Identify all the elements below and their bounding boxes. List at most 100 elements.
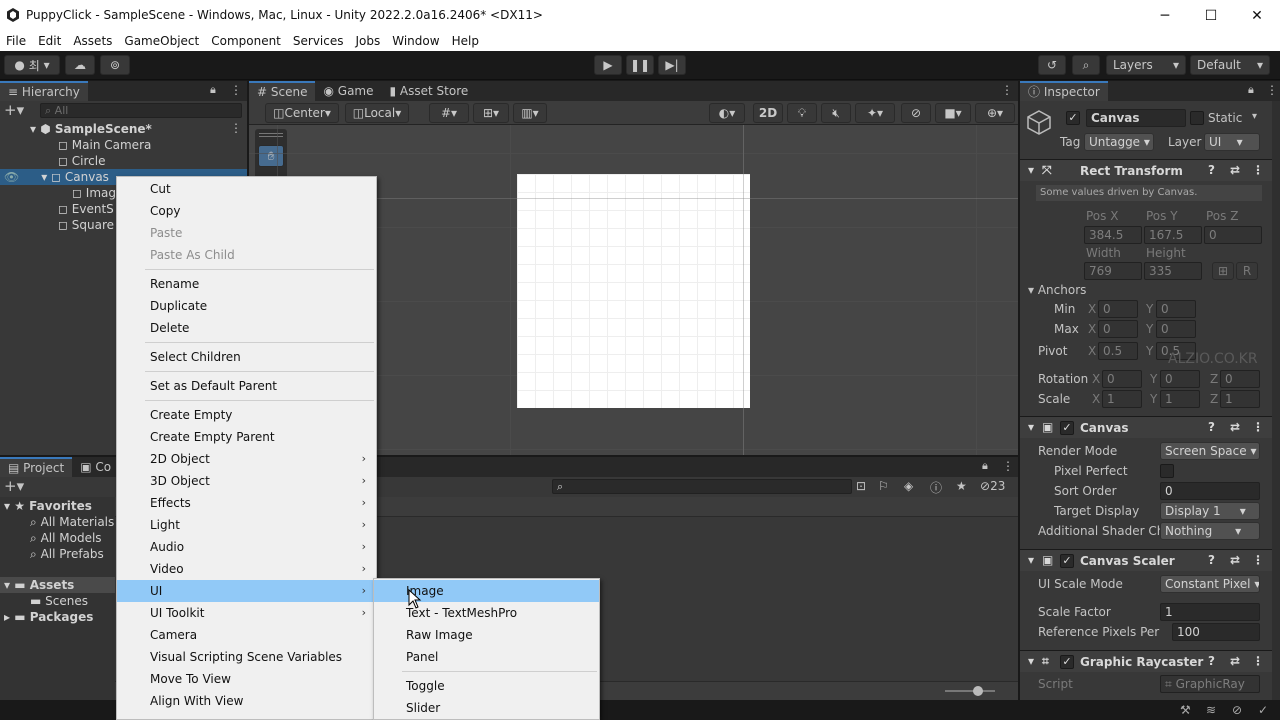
hidden-packages-counter[interactable]: ⊘23 (980, 479, 1005, 493)
scale-y[interactable]: 1 (1160, 390, 1200, 408)
kebab-menu-icon[interactable]: ⋮ (1252, 654, 1264, 668)
scale-x[interactable]: 1 (1102, 390, 1142, 408)
menu-item-effects[interactable]: Effects › (117, 492, 376, 514)
layer-dropdown[interactable]: UI ▾ (1204, 133, 1260, 151)
shader-channels-dropdown[interactable]: Nothing ▾ (1160, 522, 1260, 540)
hierarchy-item[interactable]: ◻ EventS (58, 201, 114, 217)
2d-toggle-button[interactable]: 2D (753, 103, 783, 123)
step-button[interactable]: ▶| (658, 55, 686, 75)
tab-asset-store[interactable]: ▮ Asset Store (382, 81, 477, 101)
submenu-item-raw-image[interactable]: Raw Image (374, 624, 599, 646)
grid-snap-icon[interactable]: #▾ (429, 103, 469, 123)
menu-item-visual-scripting[interactable]: Visual Scripting Scene Variables (117, 646, 376, 668)
raw-edit-button[interactable]: R (1236, 262, 1258, 280)
draw-mode-icon[interactable]: ◐▾ (709, 103, 745, 123)
tab-console[interactable]: ▣ Co (72, 457, 119, 477)
maximize-button[interactable]: ☐ (1188, 0, 1234, 31)
camera-icon[interactable]: ■▾ (935, 103, 971, 123)
pos-z-field[interactable]: 0 (1204, 226, 1262, 244)
grid-icon[interactable]: ⊞▾ (473, 103, 509, 123)
star-icon[interactable]: ★ (956, 479, 967, 493)
audio-icon[interactable]: 🔇︎ (821, 103, 851, 123)
menu-item-copy[interactable]: Copy (117, 200, 376, 222)
zoom-slider-track[interactable] (945, 690, 995, 692)
debug-icon[interactable]: ⊘ (1232, 703, 1242, 717)
layers-dropdown[interactable]: Layers ▾ (1106, 55, 1186, 75)
ref-pixels-input[interactable]: 100 (1172, 623, 1260, 641)
scene-menu-icon[interactable]: ⋮ (230, 121, 242, 135)
kebab-menu-icon[interactable]: ⋮ (1001, 83, 1013, 97)
menu-help[interactable]: Help (446, 31, 485, 51)
menu-window[interactable]: Window (386, 31, 445, 51)
assets-folder[interactable]: ▾ ▬ Assets (0, 577, 115, 593)
kebab-menu-icon[interactable]: ⋮ (1252, 163, 1264, 177)
account-button[interactable]: ● 최 ▾ (4, 55, 60, 75)
tag-icon[interactable]: ◈ (904, 479, 913, 493)
favorites-folder[interactable]: ▾ ★ Favorites (4, 498, 92, 514)
hierarchy-item[interactable]: ◻ Circle (58, 153, 106, 169)
tab-hierarchy[interactable]: ≡ Hierarchy (0, 81, 88, 101)
pixel-perfect-checkbox[interactable] (1160, 464, 1174, 478)
collab-icon[interactable]: ⊚ (100, 55, 130, 75)
zoom-slider-thumb[interactable] (973, 686, 983, 696)
hierarchy-item[interactable]: ◻ Main Camera (58, 137, 151, 153)
tab-inspector[interactable]: ⓘ Inspector (1020, 81, 1108, 101)
menu-file[interactable]: File (0, 31, 32, 51)
gizmos-icon[interactable]: ⊕▾ (975, 103, 1015, 123)
lighting-icon[interactable]: 💡︎ (787, 103, 817, 123)
anchors-foldout[interactable]: ▾ Anchors (1028, 283, 1086, 297)
kebab-menu-icon[interactable]: ⋮ (230, 83, 242, 97)
scene-root[interactable]: ▾ ⬢ SampleScene* (30, 121, 152, 137)
active-checkbox[interactable]: ✓ (1066, 111, 1080, 125)
target-display-dropdown[interactable]: Display 1 ▾ (1160, 502, 1260, 520)
menu-item-3d-object[interactable]: 3D Object › (117, 470, 376, 492)
favorite-item[interactable]: ⌕ All Prefabs (30, 546, 104, 562)
project-search-input[interactable]: ⌕ (552, 479, 852, 494)
cloud-icon[interactable]: ☁ (65, 55, 95, 75)
search-by-label-icon[interactable]: ⚐ (878, 479, 889, 493)
tab-scene[interactable]: # Scene (249, 81, 316, 101)
menu-edit[interactable]: Edit (32, 31, 67, 51)
canvas-scaler-header[interactable]: ▾ ▣ ✓ Canvas Scaler ? ⇄ ⋮ (1020, 549, 1280, 571)
menu-item-2d-object[interactable]: 2D Object › (117, 448, 376, 470)
help-icon[interactable]: ? (1208, 420, 1215, 434)
menu-item-create-empty[interactable]: Create Empty (117, 404, 376, 426)
pivot-dropdown[interactable]: ◫ Center ▾ (265, 103, 339, 123)
raycaster-checkbox[interactable]: ✓ (1060, 655, 1074, 669)
menu-item-cut[interactable]: Cut (117, 178, 376, 200)
add-icon[interactable]: +▾ (4, 477, 24, 495)
scale-z[interactable]: 1 (1220, 390, 1260, 408)
search-by-type-icon[interactable]: ⊡ (856, 479, 866, 493)
menu-assets[interactable]: Assets (67, 31, 118, 51)
help-icon[interactable]: ? (1208, 163, 1215, 177)
menu-component[interactable]: Component (205, 31, 287, 51)
history-icon[interactable]: ↺ (1038, 55, 1066, 75)
lock-icon[interactable]: 🔒︎ (1248, 83, 1254, 97)
blueprint-mode-button[interactable]: ⊞ (1212, 262, 1234, 280)
hierarchy-item[interactable]: ◻ Square (58, 217, 114, 233)
chevron-down-icon[interactable]: ▾ (1252, 111, 1257, 122)
object-name-input[interactable]: Canvas (1086, 109, 1186, 127)
space-dropdown[interactable]: ◫ Local ▾ (345, 103, 409, 123)
ui-scale-mode-dropdown[interactable]: Constant Pixel ▾ (1160, 575, 1260, 593)
packages-folder[interactable]: ▸ ▬ Packages (4, 609, 93, 625)
kebab-menu-icon[interactable]: ⋮ (1266, 83, 1278, 97)
menu-item-audio[interactable]: Audio › (117, 536, 376, 558)
info-icon[interactable]: ⓘ (930, 479, 942, 496)
scene-visibility-icon[interactable]: ⊘ (901, 103, 931, 123)
preset-icon[interactable]: ⇄ (1230, 420, 1240, 434)
lock-icon[interactable]: 🔒︎ (982, 459, 988, 473)
inspector-scrollbar[interactable] (1272, 101, 1280, 700)
tag-dropdown[interactable]: Untagge ▾ (1084, 133, 1154, 151)
graphic-raycaster-header[interactable]: ▾ ⌗ ✓ Graphic Raycaster ? ⇄ ⋮ (1020, 650, 1280, 672)
favorite-item[interactable]: ⌕ All Models (30, 530, 102, 546)
menu-item-ui[interactable]: UI › (117, 580, 376, 602)
minimize-button[interactable]: ─ (1142, 0, 1188, 31)
kebab-menu-icon[interactable]: ⋮ (1252, 420, 1264, 434)
tab-game[interactable]: ◉ Game (315, 81, 381, 101)
script-field[interactable]: ⌗ GraphicRay (1160, 675, 1260, 693)
rotation-x[interactable]: 0 (1102, 370, 1142, 388)
preset-icon[interactable]: ⇄ (1230, 163, 1240, 177)
layers-status-icon[interactable]: ≋ (1206, 703, 1216, 717)
rect-transform-header[interactable]: ▾ ⤧ Rect Transform ? ⇄ ⋮ (1020, 159, 1280, 181)
